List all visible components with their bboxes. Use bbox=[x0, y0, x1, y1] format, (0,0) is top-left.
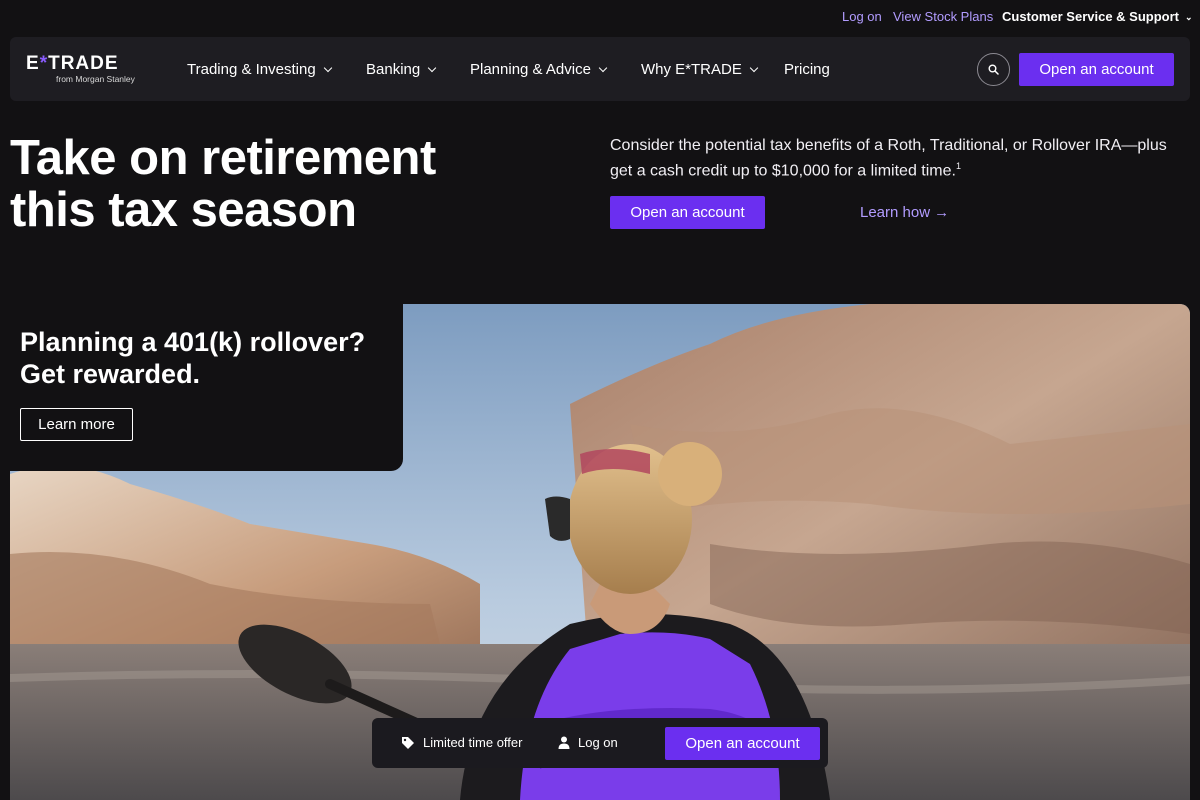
limited-time-offer-label: Limited time offer bbox=[423, 735, 523, 750]
utility-customer-service-link[interactable]: Customer Service & Support ⌄ bbox=[1002, 9, 1193, 24]
sticky-log-on-label: Log on bbox=[578, 735, 618, 750]
customer-service-label: Customer Service & Support bbox=[1002, 9, 1179, 24]
chevron-down-icon bbox=[749, 63, 759, 73]
hero-description-text: Consider the potential tax benefits of a… bbox=[610, 137, 1167, 180]
etrade-logo[interactable]: E*TRADE from Morgan Stanley bbox=[26, 54, 141, 88]
chevron-down-icon bbox=[323, 63, 332, 73]
hero-description: Consider the potential tax benefits of a… bbox=[610, 136, 1190, 181]
sticky-open-account-button[interactable]: Open an account bbox=[665, 727, 820, 760]
nav-item-label: Trading & Investing bbox=[187, 61, 316, 78]
arrow-right-icon: → bbox=[934, 204, 950, 221]
nav-item-label: Planning & Advice bbox=[470, 61, 591, 78]
utility-bar: Log on View Stock Plans Customer Service… bbox=[0, 0, 1200, 34]
search-icon bbox=[988, 64, 999, 75]
learn-how-link[interactable]: Learn how → bbox=[860, 204, 949, 221]
footnote-marker[interactable]: 1 bbox=[956, 161, 961, 171]
hero-open-account-button[interactable]: Open an account bbox=[610, 196, 765, 229]
tag-icon bbox=[402, 736, 414, 749]
hero-title: Take on retirement this tax season bbox=[10, 131, 436, 237]
nav-open-account-button[interactable]: Open an account bbox=[1019, 53, 1174, 86]
nav-item-banking[interactable]: Banking bbox=[366, 61, 437, 78]
nav-item-label: Why E*TRADE bbox=[641, 61, 742, 78]
chevron-down-icon: ⌄ bbox=[1185, 12, 1193, 22]
nav-item-label: Pricing bbox=[784, 61, 830, 78]
nav-item-why-etrade[interactable]: Why E*TRADE bbox=[641, 61, 759, 78]
user-icon bbox=[558, 736, 570, 749]
sticky-log-on-link[interactable]: Log on bbox=[558, 735, 618, 750]
nav-item-pricing[interactable]: Pricing bbox=[784, 61, 830, 78]
nav-item-trading-investing[interactable]: Trading & Investing bbox=[187, 61, 332, 78]
promo-title: Planning a 401(k) rollover? Get rewarded… bbox=[20, 327, 366, 389]
search-button[interactable] bbox=[977, 53, 1010, 86]
nav-item-planning-advice[interactable]: Planning & Advice bbox=[470, 61, 608, 78]
learn-more-button[interactable]: Learn more bbox=[20, 408, 133, 441]
nav-item-label: Banking bbox=[366, 61, 421, 78]
rollover-promo-card: Planning a 401(k) rollover? Get rewarded… bbox=[0, 304, 403, 471]
logo-wordmark: E*TRADE bbox=[26, 53, 119, 74]
logo-subtitle: from Morgan Stanley bbox=[56, 74, 135, 84]
sticky-action-bar: Limited time offer Log on Open an accoun… bbox=[372, 718, 828, 768]
utility-log-on-link[interactable]: Log on bbox=[842, 9, 882, 24]
learn-how-label: Learn how bbox=[860, 204, 931, 221]
chevron-down-icon bbox=[427, 63, 437, 73]
utility-stock-plans-link[interactable]: View Stock Plans bbox=[893, 9, 993, 24]
main-navbar: E*TRADE from Morgan Stanley Trading & In… bbox=[10, 37, 1190, 101]
chevron-down-icon bbox=[598, 63, 608, 73]
limited-time-offer-link[interactable]: Limited time offer bbox=[401, 735, 522, 750]
